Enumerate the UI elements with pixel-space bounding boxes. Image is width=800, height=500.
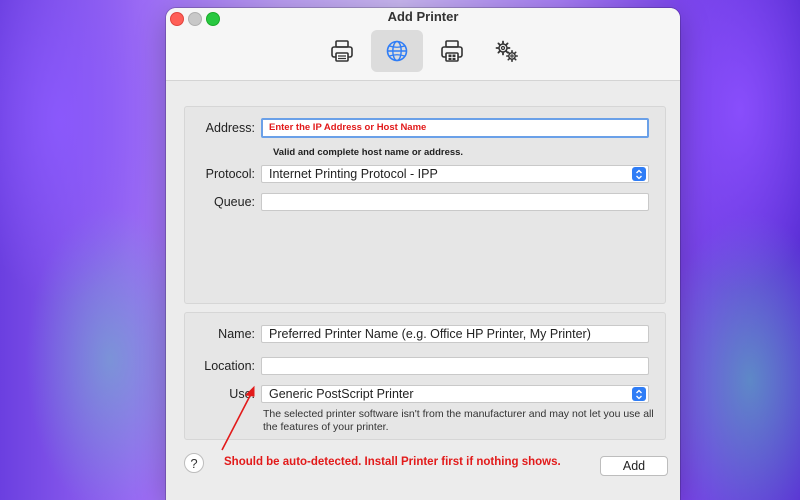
- help-button[interactable]: ?: [184, 453, 204, 473]
- use-software-note: The selected printer software isn't from…: [263, 408, 654, 433]
- printer-details-panel: Name: Preferred Printer Name (e.g. Offic…: [184, 312, 666, 440]
- use-label: Use:: [229, 387, 255, 401]
- protocol-select[interactable]: Internet Printing Protocol - IPP: [261, 165, 649, 183]
- title-bar: Add Printer: [166, 8, 680, 81]
- use-select[interactable]: Generic PostScript Printer: [261, 385, 649, 403]
- toolbar-windows-printer[interactable]: [426, 30, 478, 72]
- globe-icon: [386, 40, 408, 62]
- add-printer-window: Add Printer Address: Enter the IP Addres…: [166, 8, 680, 500]
- address-hint: Valid and complete host name or address.: [273, 147, 464, 158]
- gears-icon: [495, 40, 519, 63]
- queue-label: Queue:: [213, 195, 255, 209]
- name-label: Name:: [218, 327, 255, 341]
- use-value: Generic PostScript Printer: [269, 387, 414, 401]
- chevron-updown-icon: [636, 389, 642, 399]
- address-label: Address:: [205, 121, 255, 135]
- printer-icon: [331, 40, 353, 62]
- protocol-value: Internet Printing Protocol - IPP: [269, 167, 438, 181]
- chevron-updown-icon: [636, 169, 642, 179]
- window-title: Add Printer: [387, 9, 459, 24]
- toolbar-advanced[interactable]: [481, 30, 533, 72]
- address-field[interactable]: Enter the IP Address or Host Name: [261, 118, 649, 138]
- queue-field[interactable]: [261, 193, 649, 211]
- toolbar-ip-printer[interactable]: [371, 30, 423, 72]
- protocol-select-stepper[interactable]: [632, 167, 646, 181]
- toolbar-default-printer[interactable]: [316, 30, 368, 72]
- windows-printer-icon: [441, 40, 463, 62]
- add-button[interactable]: Add: [600, 456, 668, 476]
- location-field[interactable]: [261, 357, 649, 375]
- name-field[interactable]: Preferred Printer Name (e.g. Office HP P…: [261, 325, 649, 343]
- location-label: Location:: [204, 359, 255, 373]
- connection-panel: Address: Enter the IP Address or Host Na…: [184, 106, 666, 304]
- use-select-stepper[interactable]: [632, 387, 646, 401]
- annotation-note: Should be auto-detected. Install Printer…: [224, 456, 561, 468]
- protocol-label: Protocol:: [205, 167, 255, 181]
